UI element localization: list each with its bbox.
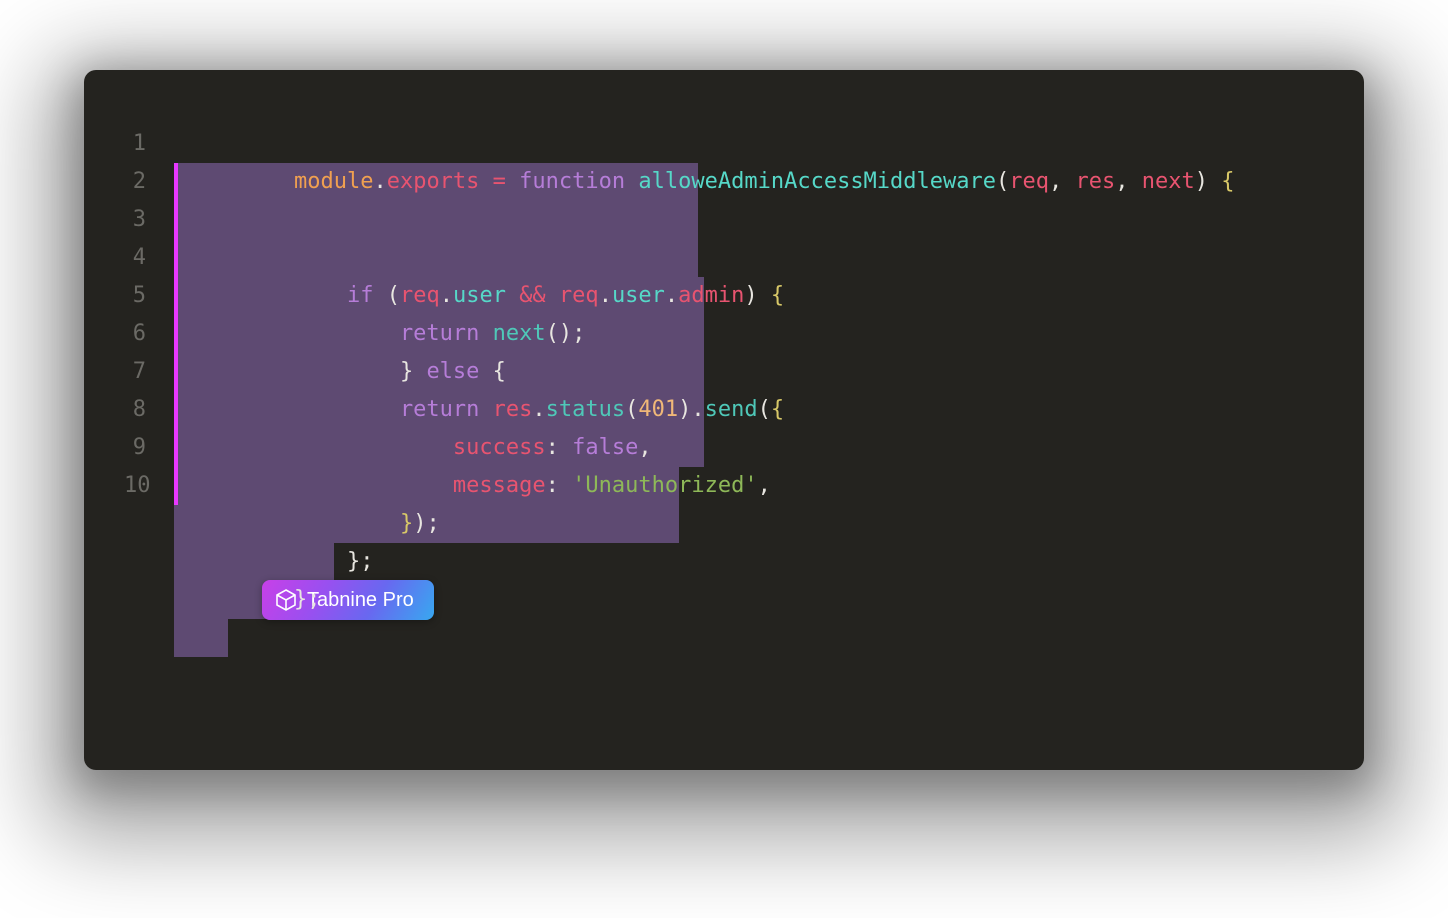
line-number: 8: [124, 391, 174, 429]
code-line: 4 } else {: [124, 239, 1324, 277]
line-number: 10: [124, 467, 174, 505]
suggestion-accent-bar: [174, 429, 178, 467]
suggestion-accent-bar: [174, 315, 178, 353]
line-number: 1: [124, 125, 174, 163]
line-number: 2: [124, 163, 174, 201]
code-editor-window: 1 module.exports = function alloweAdminA…: [84, 70, 1364, 770]
suggestion-accent-bar: [174, 277, 178, 315]
line-number: 4: [124, 239, 174, 277]
suggestion-accent-bar: [174, 201, 178, 239]
line-number: 9: [124, 429, 174, 467]
suggestion-highlight: [174, 467, 228, 657]
line-number: 3: [124, 201, 174, 239]
badge-label: Tabnine Pro: [307, 589, 414, 612]
code-line: 3 return next();: [124, 201, 1324, 239]
suggestion-accent-bar: [174, 239, 178, 277]
code-area: 1 module.exports = function alloweAdminA…: [124, 125, 1324, 505]
suggestion-accent-bar: [174, 467, 178, 505]
suggestion-accent-bar: [174, 163, 178, 201]
suggestion-accent-bar: [174, 391, 178, 429]
line-number: 7: [124, 353, 174, 391]
code-line: 1 module.exports = function alloweAdminA…: [124, 125, 1324, 163]
line-number: 5: [124, 277, 174, 315]
suggestion-accent-bar: [174, 353, 178, 391]
line-number: 6: [124, 315, 174, 353]
